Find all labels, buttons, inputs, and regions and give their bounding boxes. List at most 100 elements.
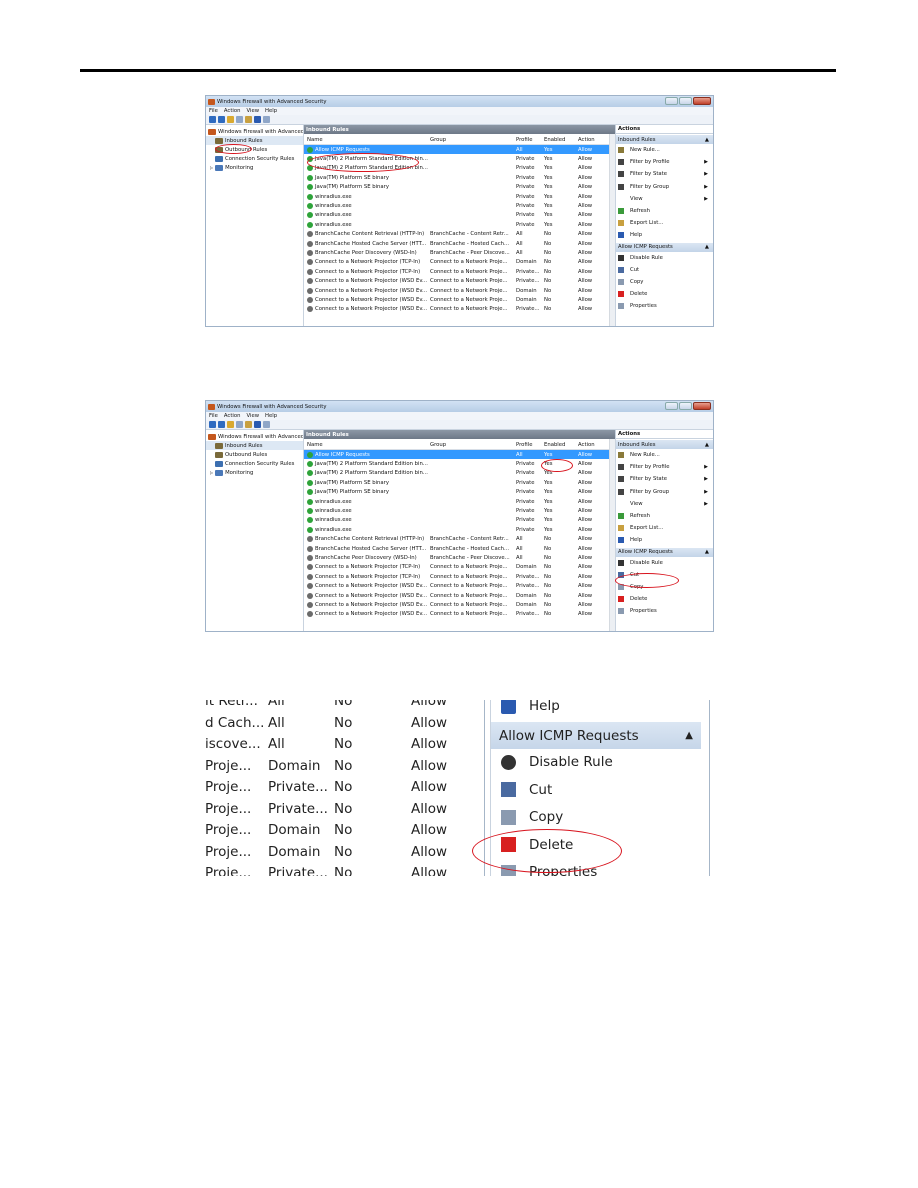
tree-item-2[interactable]: Outbound Rules [206, 450, 303, 459]
table-row[interactable]: Java(TM) Platform SE binary Private Yes All… [304, 488, 615, 497]
tree-item-4[interactable]: ▷ Monitoring [206, 163, 303, 172]
table-row[interactable]: Connect to a Network Projector (WSD Ev..… [304, 591, 615, 600]
column-header-profile[interactable]: Profile [516, 137, 544, 143]
minimize-button[interactable] [665, 97, 678, 105]
forward-arrow-icon[interactable] [218, 421, 225, 428]
table-row[interactable]: winradius.exe Private Yes Allow [304, 192, 615, 201]
column-header-action[interactable]: Action [578, 442, 608, 448]
actions-section-rule[interactable]: Allow ICMP Requests ▲ [616, 547, 713, 557]
tree-item-3[interactable]: Connection Security Rules [206, 154, 303, 163]
action-item[interactable]: Export List... [616, 522, 713, 534]
action-item[interactable]: New Rule... [616, 144, 713, 156]
column-header-group[interactable]: Group [430, 137, 516, 143]
menu-action[interactable]: Action [224, 413, 241, 419]
menu-view[interactable]: View [246, 413, 259, 419]
collapse-up-icon[interactable]: ▲ [705, 137, 709, 143]
action-item-properties[interactable]: Properties [616, 300, 713, 312]
maximize-button[interactable] [679, 402, 692, 410]
column-header-profile[interactable]: Profile [516, 442, 544, 448]
action-item[interactable]: Filter by State ▶ [616, 473, 713, 485]
column-header-enabled[interactable]: Enabled [544, 442, 578, 448]
menu-view[interactable]: View [246, 108, 259, 114]
table-row[interactable]: Connect to a Network Projector (WSD Ev..… [304, 581, 615, 590]
action-item[interactable]: View ▶ [616, 193, 713, 205]
action-item-cut[interactable]: Cut [616, 264, 713, 276]
table-row[interactable]: Connect to a Network Projector (TCP-In) C… [304, 563, 615, 572]
table-row[interactable]: BranchCache Peer Discovery (WSD-In) Branc… [304, 553, 615, 562]
expand-arrow-icon[interactable]: ▷ [210, 165, 213, 170]
tree-item-3[interactable]: Connection Security Rules [206, 459, 303, 468]
table-row[interactable]: Java(TM) Platform SE binary Private Yes All… [304, 478, 615, 487]
action-item[interactable]: Help [616, 534, 713, 546]
collapse-up-icon[interactable]: ▲ [685, 730, 693, 741]
tree-item-1[interactable]: Inbound Rules [206, 441, 303, 450]
table-row[interactable]: winradius.exe Private Yes Allow [304, 525, 615, 534]
menu-action[interactable]: Action [224, 108, 241, 114]
action-item-properties[interactable]: Properties [616, 605, 713, 617]
column-header-action[interactable]: Action [578, 137, 608, 143]
action-item-disable-rule[interactable]: Disable Rule [616, 252, 713, 264]
table-row[interactable]: winradius.exe Private Yes Allow [304, 201, 615, 210]
table-row[interactable]: winradius.exe Private Yes Allow [304, 497, 615, 506]
action-item-delete[interactable]: Delete [616, 593, 713, 605]
collapse-up-icon[interactable]: ▲ [705, 244, 709, 250]
table-row[interactable]: BranchCache Hosted Cache Server (HTT... B… [304, 239, 615, 248]
action-item[interactable]: Filter by Group ▶ [616, 181, 713, 193]
action-item[interactable]: Help [616, 229, 713, 241]
zoom-action-disable-rule[interactable]: Disable Rule [501, 750, 613, 774]
menu-file[interactable]: File [209, 108, 218, 114]
export-icon[interactable] [245, 421, 252, 428]
table-row[interactable]: winradius.exe Private Yes Allow [304, 506, 615, 515]
action-item[interactable]: New Rule... [616, 449, 713, 461]
show-hide-tree-icon[interactable] [236, 421, 243, 428]
close-button[interactable] [693, 97, 711, 105]
table-row[interactable]: Java(TM) Platform SE binary Private Yes All… [304, 183, 615, 192]
up-folder-icon[interactable] [227, 421, 234, 428]
action-item-copy[interactable]: Copy [616, 276, 713, 288]
table-row[interactable]: winradius.exe Private Yes Allow [304, 516, 615, 525]
table-row[interactable]: Connect to a Network Projector (TCP-In) C… [304, 258, 615, 267]
table-row[interactable]: Connect to a Network Projector (WSD Ev..… [304, 610, 615, 619]
table-row[interactable]: Connect to a Network Projector (WSD Ev..… [304, 286, 615, 295]
close-button[interactable] [693, 402, 711, 410]
expand-arrow-icon[interactable]: ▷ [210, 470, 213, 475]
back-arrow-icon[interactable] [209, 116, 216, 123]
forward-arrow-icon[interactable] [218, 116, 225, 123]
table-row[interactable]: BranchCache Content Retrieval (HTTP-In) B… [304, 535, 615, 544]
table-row[interactable]: BranchCache Peer Discovery (WSD-In) Branc… [304, 248, 615, 257]
table-row[interactable]: winradius.exe Private Yes Allow [304, 220, 615, 229]
export-icon[interactable] [245, 116, 252, 123]
zoom-action-copy[interactable]: Copy [501, 805, 563, 829]
action-item[interactable]: Export List... [616, 217, 713, 229]
table-row[interactable]: Connect to a Network Projector (WSD Ev..… [304, 276, 615, 285]
maximize-button[interactable] [679, 97, 692, 105]
properties-icon[interactable] [263, 421, 270, 428]
action-item[interactable]: Refresh [616, 205, 713, 217]
action-item[interactable]: Filter by Group ▶ [616, 486, 713, 498]
table-row[interactable]: Connect to a Network Projector (WSD Ev..… [304, 305, 615, 314]
column-header-name[interactable]: Name [304, 442, 430, 448]
table-row[interactable]: Connect to a Network Projector (WSD Ev..… [304, 600, 615, 609]
action-item[interactable]: Filter by State ▶ [616, 168, 713, 180]
collapse-up-icon[interactable]: ▲ [705, 549, 709, 555]
table-row[interactable]: Connect to a Network Projector (TCP-In) C… [304, 267, 615, 276]
properties-icon[interactable] [263, 116, 270, 123]
table-row[interactable]: BranchCache Content Retrieval (HTTP-In) B… [304, 230, 615, 239]
action-item-delete[interactable]: Delete [616, 288, 713, 300]
help-icon[interactable] [254, 116, 261, 123]
column-header-enabled[interactable]: Enabled [544, 137, 578, 143]
help-icon[interactable] [254, 421, 261, 428]
action-item[interactable]: Filter by Profile ▶ [616, 156, 713, 168]
table-row[interactable]: Connect to a Network Projector (TCP-In) C… [304, 572, 615, 581]
menu-help[interactable]: Help [265, 108, 277, 114]
tree-item-0[interactable]: Windows Firewall with Advanced [206, 432, 303, 441]
column-header-name[interactable]: Name [304, 137, 430, 143]
up-folder-icon[interactable] [227, 116, 234, 123]
vertical-scrollbar[interactable] [609, 439, 615, 631]
action-item[interactable]: Filter by Profile ▶ [616, 461, 713, 473]
show-hide-tree-icon[interactable] [236, 116, 243, 123]
back-arrow-icon[interactable] [209, 421, 216, 428]
menu-file[interactable]: File [209, 413, 218, 419]
tree-item-4[interactable]: ▷ Monitoring [206, 468, 303, 477]
zoom-section-allow-icmp[interactable]: Allow ICMP Requests ▲ [491, 722, 701, 749]
